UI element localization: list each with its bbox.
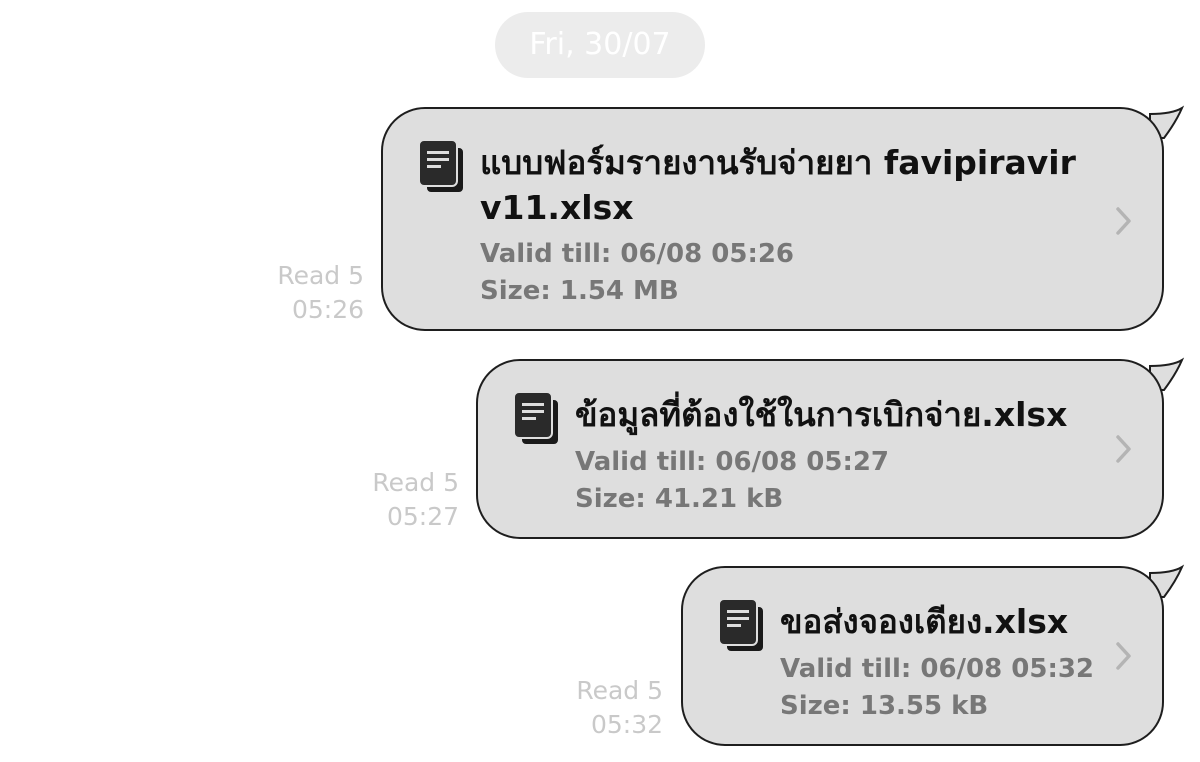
file-size: Size: 1.54 MB [480, 276, 679, 306]
file-message-bubble[interactable]: แบบฟอร์มรายงานรับจ่ายยา favipiravir v11.… [381, 107, 1164, 331]
date-separator: Fri, 30/07 [495, 12, 705, 78]
read-status: Read 5 [372, 468, 459, 497]
file-valid-till: Valid till: 06/08 05:26 [480, 239, 795, 269]
message-meta: Read 5 05:27 [345, 466, 459, 534]
message-time: 05:26 [291, 295, 364, 324]
document-icon [718, 598, 765, 653]
file-message-bubble[interactable]: ขอส่งจองเตียง.xlsx Valid till: 06/08 05:… [681, 566, 1164, 746]
chevron-right-icon [1116, 207, 1131, 235]
file-size: Size: 41.21 kB [575, 484, 784, 514]
file-message-bubble[interactable]: ข้อมูลที่ต้องใช้ในการเบิกจ่าย.xlsx Valid… [476, 359, 1164, 539]
message-time: 05:27 [386, 502, 459, 531]
file-name-line-2: v11.xlsx [480, 188, 634, 227]
chevron-right-icon [1116, 435, 1131, 463]
document-icon [513, 391, 560, 446]
document-icon [418, 139, 465, 194]
chevron-right-icon [1116, 642, 1131, 670]
file-name: ข้อมูลที่ต้องใช้ในการเบิกจ่าย.xlsx [575, 395, 1068, 434]
message-meta: Read 5 05:26 [250, 259, 364, 327]
file-valid-till: Valid till: 06/08 05:27 [575, 447, 890, 477]
read-status: Read 5 [277, 261, 364, 290]
message-time: 05:32 [590, 710, 663, 739]
file-valid-till: Valid till: 06/08 05:32 [780, 654, 1095, 684]
message-meta: Read 5 05:32 [549, 674, 663, 742]
file-size: Size: 13.55 kB [780, 691, 989, 721]
read-status: Read 5 [576, 676, 663, 705]
file-name: ขอส่งจองเตียง.xlsx [780, 602, 1069, 641]
